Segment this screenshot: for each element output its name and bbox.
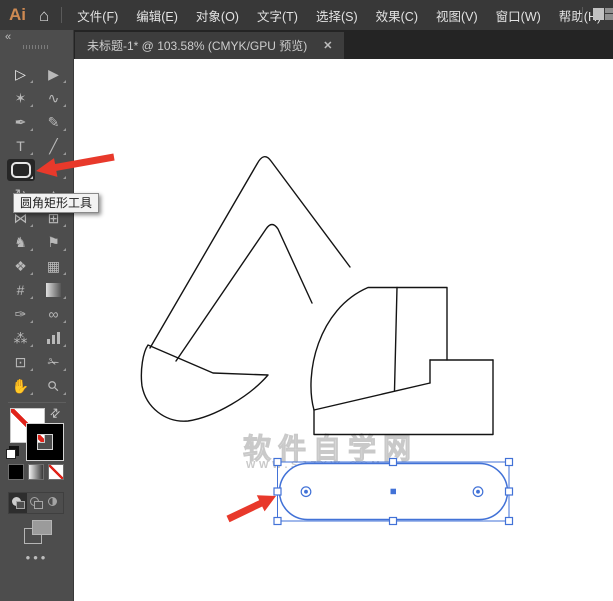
draw-inside-mode[interactable] — [45, 493, 63, 513]
gradient-button[interactable] — [28, 464, 44, 480]
zoom-tool[interactable]: ⚲ — [40, 375, 68, 397]
home-icon[interactable]: ⌂ — [39, 7, 49, 24]
close-icon[interactable]: ✕ — [323, 39, 332, 52]
puppet-warp-tool[interactable]: ♞ — [7, 231, 35, 253]
mesh-tool[interactable]: # — [7, 279, 35, 301]
paintbrush-tool[interactable]: ✐ — [40, 159, 68, 181]
panel-grip[interactable] — [23, 45, 49, 49]
illustrator-logo: Ai — [9, 5, 26, 25]
menu-item-5[interactable]: 效果(C) — [367, 6, 427, 25]
artboard-canvas[interactable] — [74, 59, 613, 601]
document-tab[interactable]: 未标题-1* @ 103.58% (CMYK/GPU 预览) ✕ — [75, 32, 344, 59]
collapse-panel-icon[interactable]: « — [5, 31, 10, 43]
eyedropper-tool[interactable]: ✑ — [7, 303, 35, 325]
draw-normal-mode[interactable] — [9, 493, 27, 513]
workspace-divider — [582, 7, 583, 23]
screen-mode-icon[interactable] — [24, 520, 52, 544]
menu-item-4[interactable]: 选择(S) — [307, 6, 367, 25]
color-button[interactable] — [8, 464, 24, 480]
magic-wand-tool[interactable]: ✶ — [7, 87, 35, 109]
none-button[interactable] — [48, 464, 64, 480]
menu-item-7[interactable]: 窗口(W) — [487, 6, 550, 25]
edit-toolbar-icon[interactable]: ••• — [0, 550, 74, 565]
tools-divider — [8, 402, 66, 403]
hand-tool[interactable]: ✋ — [7, 375, 35, 397]
workspace-switcher-icon[interactable] — [590, 7, 613, 22]
tools-grid: ▷▶✶∿✒✎T╱✐↻▲⋈⊞♞⚑❖▦#✑∞⁂⊡✁✋⚲ — [4, 62, 70, 398]
document-tab-bar: 未标题-1* @ 103.58% (CMYK/GPU 预览) ✕ — [74, 30, 613, 59]
menu-bar: Ai ⌂ 文件(F)编辑(E)对象(O)文字(T)选择(S)效果(C)视图(V)… — [0, 0, 613, 30]
artboard-tool[interactable]: ⊡ — [7, 351, 35, 373]
rounded-rectangle-tool[interactable] — [7, 159, 35, 181]
menu-divider — [61, 7, 62, 23]
curvature-tool[interactable]: ✎ — [40, 111, 68, 133]
tools-panel: « ▷▶✶∿✒✎T╱✐↻▲⋈⊞♞⚑❖▦#✑∞⁂⊡✁✋⚲ ⇄ ••• — [0, 30, 74, 601]
stroke-color-swatch[interactable] — [27, 424, 63, 460]
blend-tool[interactable]: ∞ — [40, 303, 68, 325]
selection-tool[interactable]: ▷ — [7, 63, 35, 85]
drawing-modes — [8, 492, 64, 514]
swap-fill-stroke-icon[interactable]: ⇄ — [47, 404, 64, 421]
menu-items: 文件(F)编辑(E)对象(O)文字(T)选择(S)效果(C)视图(V)窗口(W)… — [68, 6, 610, 25]
menu-item-0[interactable]: 文件(F) — [68, 6, 127, 25]
menu-item-1[interactable]: 编辑(E) — [127, 6, 187, 25]
pen-tool[interactable]: ✒ — [7, 111, 35, 133]
column-graph-tool[interactable] — [40, 327, 68, 349]
symbol-sprayer-tool[interactable]: ⁂ — [7, 327, 35, 349]
menu-item-6[interactable]: 视图(V) — [427, 6, 487, 25]
type-tool[interactable]: T — [7, 135, 35, 157]
color-mode-row — [8, 464, 64, 480]
lasso-tool[interactable]: ∿ — [40, 87, 68, 109]
tool-tooltip: 圆角矩形工具 — [13, 193, 99, 213]
draw-behind-mode[interactable] — [27, 493, 45, 513]
menu-item-3[interactable]: 文字(T) — [248, 6, 307, 25]
perspective-grid-tool[interactable]: ▦ — [40, 255, 68, 277]
menu-item-2[interactable]: 对象(O) — [187, 6, 248, 25]
shape-builder-tool[interactable]: ❖ — [7, 255, 35, 277]
slice-tool[interactable]: ✁ — [40, 351, 68, 373]
puppet-pin-tool[interactable]: ⚑ — [40, 231, 68, 253]
direct-selection-tool[interactable]: ▶ — [40, 63, 68, 85]
gradient-tool[interactable] — [40, 279, 68, 301]
default-fill-stroke-icon[interactable] — [6, 446, 19, 459]
document-tab-title: 未标题-1* @ 103.58% (CMYK/GPU 预览) — [87, 37, 307, 54]
line-segment-tool[interactable]: ╱ — [40, 135, 68, 157]
